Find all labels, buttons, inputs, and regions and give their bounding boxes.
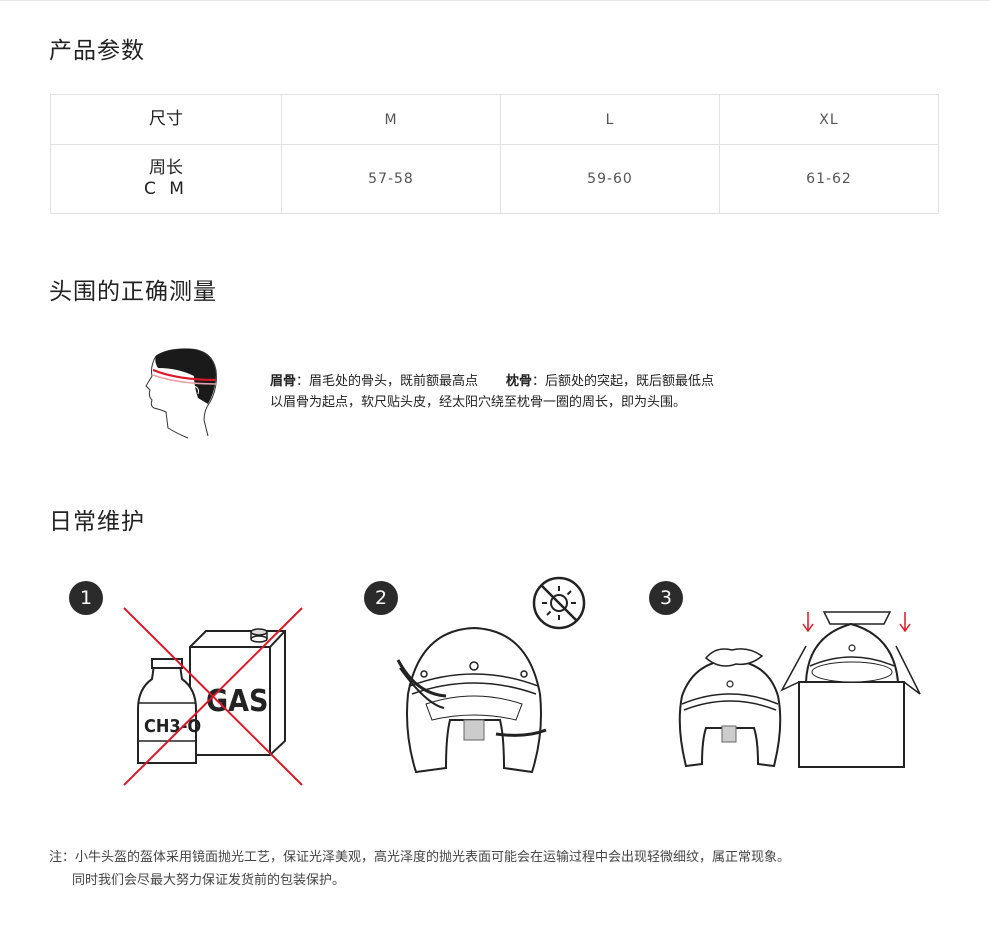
bottle-label: CH3-O [144,716,201,737]
brow-desc: ：眉毛处的骨头，既前额最高点 [296,374,479,389]
size-label: 尺寸 [50,94,282,145]
size-table-row: 周长 C M 57-58 59-60 61-62 [50,144,939,214]
care-note: 注：小牛头盔的盔体采用镜面抛光工艺，保证光泽美观，高光泽度的抛光表面可能会在运输… [49,846,790,892]
section-title-measure: 头围的正确测量 [49,279,217,305]
size-table: 尺寸 M L XL 周长 C M 57-58 59-60 61-62 [50,94,939,214]
size-table-header-row: 尺寸 M L XL [50,94,939,145]
top-divider [0,0,990,1]
measure-line1: 眉骨：眉毛处的骨头，既前额最高点 枕骨：后额处的突起，既后额最低点 [270,371,714,392]
measure-line2: 以眉骨为起点，软尺贴头皮，经太阳穴绕至枕骨一圈的周长，即为头围。 [270,395,687,410]
chemicals-prohibited-illustration: GAS CH3-O [123,607,303,786]
size-xl: XL [719,94,939,145]
note-line2: 同时我们会尽最大努力保证发货前的包装保护。 [72,873,346,888]
brow-term: 眉骨 [270,374,297,389]
circumference-label: 周长 C M [50,144,282,214]
no-sun-icon [532,576,586,630]
circumference-label-line2: C M [144,179,188,199]
circumference-xl: 61-62 [719,144,939,214]
note-line1: 注：小牛头盔的盔体采用镜面抛光工艺，保证光泽美观，高光泽度的抛光表面可能会在运输… [49,850,791,865]
helmet-storage-illustration [678,611,921,768]
size-l: L [500,94,720,145]
measure-description: 眉骨：眉毛处的骨头，既前额最高点 枕骨：后额处的突起，既后额最低点 以眉骨为起点，… [270,371,714,413]
section-title-care: 日常维护 [49,509,145,535]
helmet-cleaning-illustration [396,626,547,774]
step-2-badge: 2 [364,581,398,615]
can-label: GAS [206,684,268,719]
occiput-desc: ：后额处的突起，既后额最低点 [532,374,715,389]
circumference-l: 59-60 [500,144,720,214]
head-measure-illustration [145,348,217,439]
circumference-label-line1: 周长 [149,158,183,178]
circumference-m: 57-58 [281,144,501,214]
occiput-term: 枕骨 [506,374,533,389]
size-m: M [281,94,501,145]
section-title-params: 产品参数 [49,38,145,64]
step-1-badge: 1 [69,581,103,615]
